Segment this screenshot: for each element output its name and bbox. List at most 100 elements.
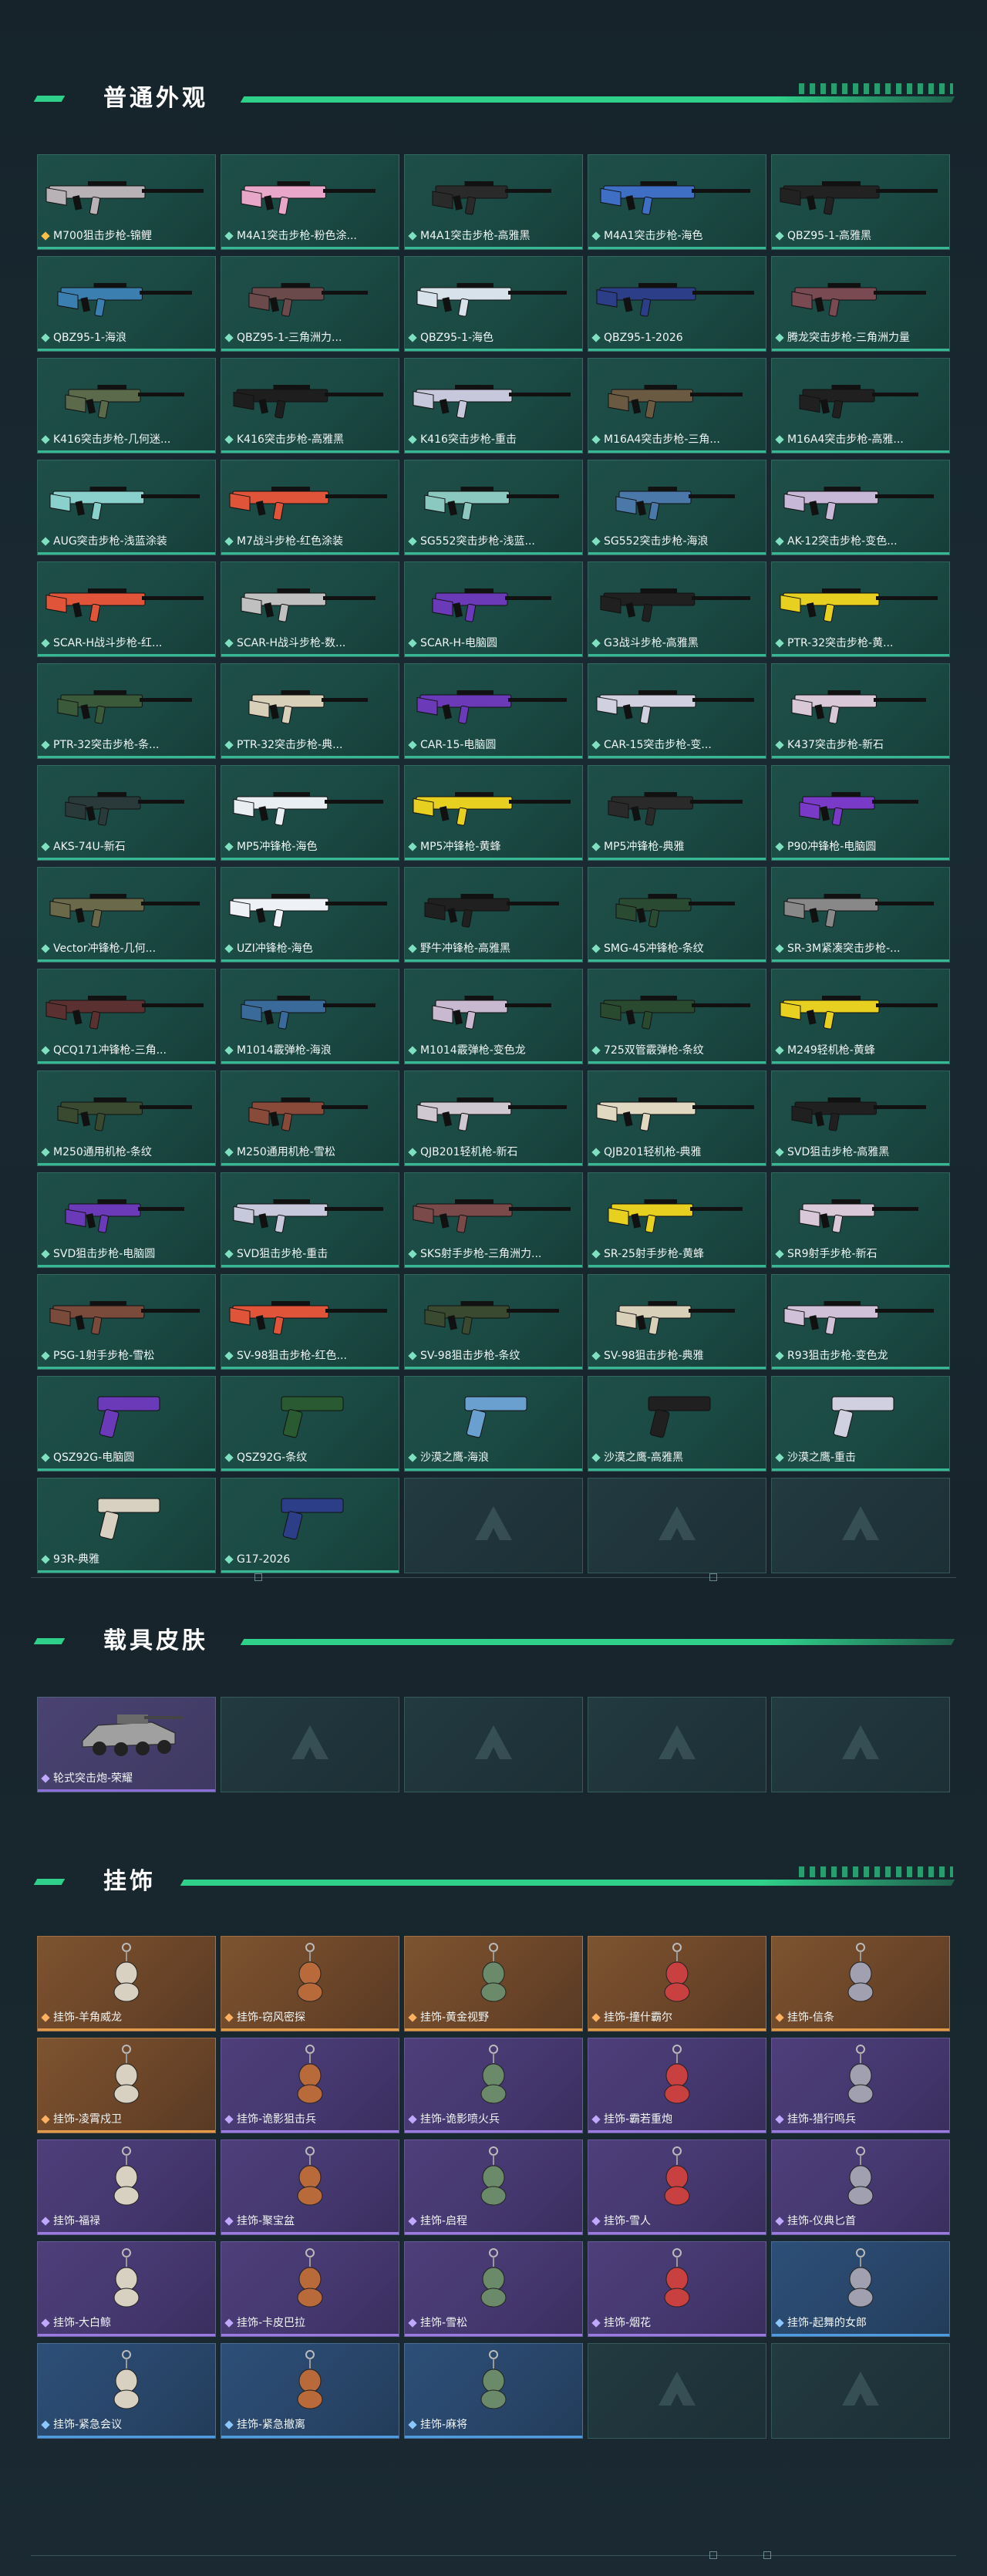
weapon-card[interactable]: QCQ171冲锋枪-三角... bbox=[37, 969, 216, 1064]
charm-card[interactable]: 挂饰-紧急会议 bbox=[37, 2343, 216, 2439]
weapon-label: 沙漠之鹰-重击 bbox=[787, 1452, 857, 1464]
weapon-card[interactable]: SV-98狙击步枪-典雅 bbox=[588, 1274, 766, 1370]
charm-card[interactable]: 挂饰-启程 bbox=[404, 2139, 583, 2235]
weapon-card[interactable]: G17-2026 bbox=[221, 1478, 399, 1573]
weapon-card[interactable]: MP5冲锋枪-海色 bbox=[221, 765, 399, 861]
weapon-card[interactable]: M4A1突击步枪-高雅黑 bbox=[404, 154, 583, 250]
weapon-image bbox=[411, 1076, 576, 1139]
weapon-card[interactable]: 沙漠之鹰-重击 bbox=[771, 1376, 950, 1472]
charm-card[interactable]: 挂饰-烟花 bbox=[588, 2241, 766, 2337]
vehicle-card[interactable]: 轮式突击炮-荣耀 bbox=[37, 1697, 216, 1792]
weapon-card[interactable]: PTR-32突击步枪-黄... bbox=[771, 561, 950, 657]
weapon-card[interactable]: QBZ95-1-三角洲力... bbox=[221, 256, 399, 352]
weapon-card[interactable]: QJB201轻机枪-典雅 bbox=[588, 1071, 766, 1166]
charm-card[interactable]: 挂饰-聚宝盆 bbox=[221, 2139, 399, 2235]
weapon-card[interactable]: PTR-32突击步枪-条... bbox=[37, 663, 216, 759]
charm-card[interactable]: 挂饰-黄金视野 bbox=[404, 1936, 583, 2031]
weapon-card[interactable]: M4A1突击步枪-海色 bbox=[588, 154, 766, 250]
weapon-card[interactable]: M4A1突击步枪-粉色涂... bbox=[221, 154, 399, 250]
charm-card[interactable]: 挂饰-撞什霸尔 bbox=[588, 1936, 766, 2031]
weapon-card[interactable]: 野牛冲锋枪-高雅黑 bbox=[404, 867, 583, 963]
weapon-card[interactable]: SR-25射手步枪-黄蜂 bbox=[588, 1172, 766, 1268]
weapon-card[interactable]: QBZ95-1-高雅黑 bbox=[771, 154, 950, 250]
weapon-card[interactable]: M250通用机枪-雪松 bbox=[221, 1071, 399, 1166]
charm-card[interactable]: 挂饰-雪人 bbox=[588, 2139, 766, 2235]
charm-card[interactable]: 挂饰-雪松 bbox=[404, 2241, 583, 2337]
weapon-card[interactable]: Vector冲锋枪-几何... bbox=[37, 867, 216, 963]
rarity-diamond-icon bbox=[41, 2013, 50, 2022]
weapon-card[interactable]: M250通用机枪-条纹 bbox=[37, 1071, 216, 1166]
charm-card[interactable]: 挂饰-窃风密探 bbox=[221, 1936, 399, 2031]
weapon-card[interactable]: AKS-74U-新石 bbox=[37, 765, 216, 861]
weapon-card[interactable]: SG552突击步枪-浅蓝... bbox=[404, 460, 583, 555]
charm-card[interactable]: 挂饰-福禄 bbox=[37, 2139, 216, 2235]
weapon-card[interactable]: QJB201轻机枪-新石 bbox=[404, 1071, 583, 1166]
weapon-card[interactable]: SCAR-H战斗步枪-红... bbox=[37, 561, 216, 657]
weapon-card[interactable]: SR9射手步枪-新石 bbox=[771, 1172, 950, 1268]
charm-card[interactable]: 挂饰-麻将 bbox=[404, 2343, 583, 2439]
weapon-image bbox=[227, 1076, 392, 1139]
weapon-card[interactable]: K416突击步枪-重击 bbox=[404, 358, 583, 453]
weapon-card[interactable]: QBZ95-1-海浪 bbox=[37, 256, 216, 352]
weapon-card[interactable]: 725双管霰弹枪-条纹 bbox=[588, 969, 766, 1064]
weapon-card[interactable]: MP5冲锋枪-黄蜂 bbox=[404, 765, 583, 861]
charm-card[interactable]: 挂饰-紧急撤离 bbox=[221, 2343, 399, 2439]
weapon-card[interactable]: QSZ92G-条纹 bbox=[221, 1376, 399, 1472]
weapon-card[interactable]: SR-3M紧凑突击步枪-... bbox=[771, 867, 950, 963]
weapon-card[interactable]: 93R-典雅 bbox=[37, 1478, 216, 1573]
weapon-card[interactable]: K416突击步枪-高雅黑 bbox=[221, 358, 399, 453]
weapon-card[interactable]: M700狙击步枪-锦鲤 bbox=[37, 154, 216, 250]
weapon-card[interactable]: SVD狙击步枪-高雅黑 bbox=[771, 1071, 950, 1166]
weapon-card[interactable]: P90冲锋枪-电脑圆 bbox=[771, 765, 950, 861]
charm-card[interactable]: 挂饰-霸若重炮 bbox=[588, 2038, 766, 2133]
weapon-card[interactable]: MP5冲锋枪-典雅 bbox=[588, 765, 766, 861]
weapon-card[interactable]: M249轻机枪-黄蜂 bbox=[771, 969, 950, 1064]
charm-card[interactable]: 挂饰-起舞的女郎 bbox=[771, 2241, 950, 2337]
charm-card[interactable]: 挂饰-诡影狙击兵 bbox=[221, 2038, 399, 2133]
charm-card[interactable]: 挂饰-诡影喷火兵 bbox=[404, 2038, 583, 2133]
weapon-card[interactable]: AUG突击步枪-浅蓝涂装 bbox=[37, 460, 216, 555]
weapon-card[interactable]: R93狙击步枪-变色龙 bbox=[771, 1274, 950, 1370]
rarity-diamond-icon bbox=[408, 2420, 417, 2429]
weapon-card[interactable]: 沙漠之鹰-海浪 bbox=[404, 1376, 583, 1472]
charm-card[interactable]: 挂饰-凌霄戍卫 bbox=[37, 2038, 216, 2133]
weapon-card[interactable]: SV-98狙击步枪-红色... bbox=[221, 1274, 399, 1370]
weapon-card[interactable]: M16A4突击步枪-高雅... bbox=[771, 358, 950, 453]
weapon-card[interactable]: QBZ95-1-2026 bbox=[588, 256, 766, 352]
weapon-card[interactable]: CAR-15突击步枪-变... bbox=[588, 663, 766, 759]
weapon-card[interactable]: G3战斗步枪-高雅黑 bbox=[588, 561, 766, 657]
weapon-card[interactable]: SCAR-H战斗步枪-数... bbox=[221, 561, 399, 657]
weapon-card[interactable]: K437突击步枪-新石 bbox=[771, 663, 950, 759]
charm-card[interactable]: 挂饰-信条 bbox=[771, 1936, 950, 2031]
weapon-card[interactable]: SCAR-H-电脑圆 bbox=[404, 561, 583, 657]
charm-card[interactable]: 挂饰-猎行鸣兵 bbox=[771, 2038, 950, 2133]
weapon-card[interactable]: SV-98狙击步枪-条纹 bbox=[404, 1274, 583, 1370]
weapon-card[interactable]: 沙漠之鹰-高雅黑 bbox=[588, 1376, 766, 1472]
weapon-card[interactable]: SVD狙击步枪-电脑圆 bbox=[37, 1172, 216, 1268]
charm-card[interactable]: 挂饰-大白鲸 bbox=[37, 2241, 216, 2337]
charm-image bbox=[411, 2348, 576, 2412]
weapon-card[interactable]: PSG-1射手步枪-雪松 bbox=[37, 1274, 216, 1370]
weapon-card[interactable]: UZI冲锋枪-海色 bbox=[221, 867, 399, 963]
weapon-card[interactable]: QSZ92G-电脑圆 bbox=[37, 1376, 216, 1472]
weapon-image bbox=[44, 160, 209, 223]
weapon-card[interactable]: SVD狙击步枪-重击 bbox=[221, 1172, 399, 1268]
charm-card[interactable]: 挂饰-羊角威龙 bbox=[37, 1936, 216, 2031]
weapon-card[interactable]: AK-12突击步枪-变色... bbox=[771, 460, 950, 555]
rarity-diamond-icon bbox=[224, 2420, 234, 2429]
rarity-diamond-icon bbox=[41, 1351, 50, 1360]
charm-card[interactable]: 挂饰-卡皮巴拉 bbox=[221, 2241, 399, 2337]
weapon-card[interactable]: QBZ95-1-海色 bbox=[404, 256, 583, 352]
weapon-card[interactable]: SKS射手步枪-三角洲力... bbox=[404, 1172, 583, 1268]
weapon-card[interactable]: CAR-15-电脑圆 bbox=[404, 663, 583, 759]
weapon-card[interactable]: SMG-45冲锋枪-条纹 bbox=[588, 867, 766, 963]
weapon-card[interactable]: SG552突击步枪-海浪 bbox=[588, 460, 766, 555]
weapon-card[interactable]: 腾龙突击步枪-三角洲力量 bbox=[771, 256, 950, 352]
weapon-card[interactable]: M1014霰弹枪-海浪 bbox=[221, 969, 399, 1064]
weapon-card[interactable]: M7战斗步枪-红色涂装 bbox=[221, 460, 399, 555]
weapon-card[interactable]: M16A4突击步枪-三角... bbox=[588, 358, 766, 453]
weapon-card[interactable]: PTR-32突击步枪-典... bbox=[221, 663, 399, 759]
weapon-card[interactable]: M1014霰弹枪-变色龙 bbox=[404, 969, 583, 1064]
charm-card[interactable]: 挂饰-仪典匕首 bbox=[771, 2139, 950, 2235]
weapon-card[interactable]: K416突击步枪-几何迷... bbox=[37, 358, 216, 453]
